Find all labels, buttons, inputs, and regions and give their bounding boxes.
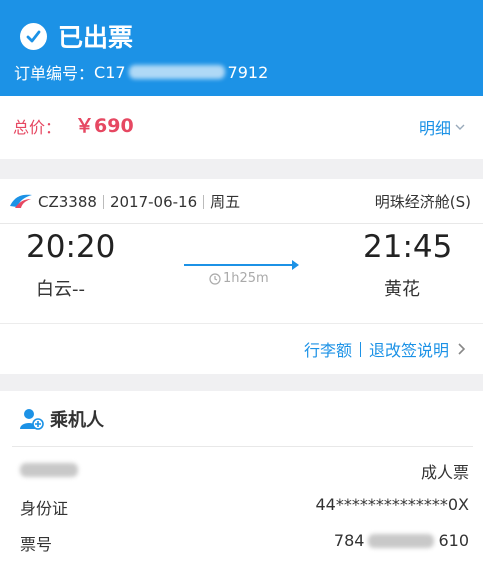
ticket-number-prefix: 784 <box>333 531 365 550</box>
flight-info: CZ3388 2017-06-16 周五 <box>38 191 240 212</box>
price-card: 总价： ￥690 明细 <box>0 96 483 159</box>
departure-airport: 白云-- <box>36 279 85 300</box>
order-number: 订单编号： C17 7912 <box>14 60 268 84</box>
arrival-airport: 黄花 <box>384 279 420 300</box>
order-number-suffix: 7912 <box>227 62 269 82</box>
flight-header: CZ3388 2017-06-16 周五 明珠经济舱(S) <box>0 179 483 224</box>
divider <box>359 341 361 357</box>
ticket-number: 784 610 <box>334 531 469 550</box>
id-number: 44**************0X <box>315 495 470 514</box>
passenger-section-label: 乘机人 <box>50 410 104 431</box>
id-label: 身份证 <box>20 499 69 518</box>
flight-card: CZ3388 2017-06-16 周五 明珠经济舱(S) 20:20 白云--… <box>0 179 483 374</box>
divider <box>203 194 205 209</box>
flight-duration: 1h25m <box>209 271 269 286</box>
departure-time: 20:20 <box>26 229 116 265</box>
divider <box>0 323 483 324</box>
divider <box>12 446 473 447</box>
price-detail-button[interactable]: 明细 <box>419 115 465 139</box>
ticket-number-suffix: 610 <box>438 531 469 550</box>
clock-icon <box>209 272 221 285</box>
check-circle-icon <box>20 22 47 50</box>
order-number-prefix: C17 <box>94 62 126 82</box>
ticket-status: 已出票 <box>58 23 134 52</box>
order-status-header: 已出票 订单编号： C17 7912 <box>0 0 483 96</box>
ticket-number-label: 票号 <box>20 535 53 554</box>
flight-duration-value: 1h25m <box>223 271 269 286</box>
flight-number: CZ3388 <box>38 192 97 211</box>
status-row: 已出票 <box>20 16 133 56</box>
chevron-down-icon <box>455 124 465 130</box>
airline-logo-icon <box>9 193 33 213</box>
refund-change-link[interactable]: 退改签说明 <box>369 337 449 361</box>
flight-links: 行李额 退改签说明 <box>304 337 467 361</box>
flight-weekday: 周五 <box>210 193 241 211</box>
passenger-section-title: 乘机人 <box>20 406 104 432</box>
order-number-label: 订单编号： <box>14 64 95 83</box>
route-line <box>184 264 296 266</box>
route-arrow-icon <box>292 260 299 270</box>
passenger-card: 乘机人 成人票 身份证 44**************0X 票号 784 61… <box>0 391 483 566</box>
baggage-allowance-link[interactable]: 行李额 <box>304 337 352 361</box>
redacted-passenger-name <box>20 463 78 477</box>
total-price-value: ￥690 <box>75 115 134 137</box>
arrival-time: 21:45 <box>363 229 453 265</box>
ticket-type: 成人票 <box>420 463 469 482</box>
redacted-ticket-digits <box>368 533 435 548</box>
price-detail-label: 明细 <box>418 119 451 138</box>
divider <box>102 194 104 209</box>
redacted-order-digits <box>128 65 225 79</box>
flight-date: 2017-06-16 <box>109 192 198 211</box>
total-price-label: 总价： <box>13 118 62 137</box>
chevron-right-icon[interactable] <box>457 342 467 356</box>
passenger-add-icon <box>20 409 44 430</box>
cabin-class: 明珠经济舱(S) <box>374 193 471 211</box>
